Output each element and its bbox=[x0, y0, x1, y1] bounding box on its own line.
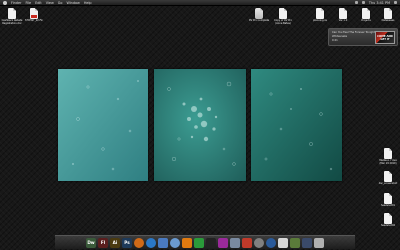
menu-finder[interactable]: Finder bbox=[11, 1, 21, 5]
dock-trash-icon[interactable] bbox=[314, 237, 324, 248]
desktop-icon-label: headshot01 bbox=[380, 204, 396, 207]
desktop-icon-label: DV Pro Complete bbox=[248, 19, 270, 22]
dock-stack-icon[interactable] bbox=[302, 237, 312, 248]
image-file-icon bbox=[384, 193, 392, 204]
wallpaper-panel-left bbox=[58, 69, 148, 181]
document-icon bbox=[339, 8, 347, 19]
dock-itunes-icon[interactable] bbox=[158, 237, 168, 248]
album-art: COME AND GET IT bbox=[375, 31, 395, 44]
desktop-icon-label: headshot02 bbox=[380, 224, 396, 227]
menubar: Finder File Edit View Go Window Help Thu… bbox=[0, 0, 400, 6]
dock-illustrator-icon[interactable]: Ai bbox=[110, 237, 120, 248]
dock-dreamweaver-icon[interactable]: Dw bbox=[86, 237, 96, 248]
image-file-icon bbox=[384, 213, 392, 224]
desktop-icon[interactable]: DV Pro Complete bbox=[248, 8, 270, 23]
desktop-icon[interactable]: Madison 7 Ave (Mar 19 2010) bbox=[377, 148, 399, 166]
desktop-icon[interactable]: headshot02 bbox=[377, 213, 399, 228]
desktop-icon[interactable]: headshot01 bbox=[377, 193, 399, 208]
desktop-icon[interactable]: STCHNT_02.Fin bbox=[23, 8, 45, 23]
widget-time: 0:21 bbox=[332, 39, 338, 42]
dock-mail-icon[interactable] bbox=[230, 237, 240, 248]
desktop-icon[interactable]: Copy of DV Pro (Anne Bates) bbox=[272, 8, 294, 26]
desktop-icon[interactable]: Projects bbox=[355, 8, 377, 23]
dock-terminal-icon[interactable] bbox=[206, 237, 216, 248]
menu-go[interactable]: Go bbox=[58, 1, 63, 5]
wallpaper-panel-center bbox=[154, 69, 246, 181]
widget-artist: Whitesnake bbox=[332, 35, 348, 38]
dock-iphoto-icon[interactable] bbox=[290, 237, 300, 248]
widget-track: Can You Feel The Forever Tonight bbox=[332, 31, 375, 34]
underwater-bubbles-image bbox=[58, 69, 148, 181]
underwater-bubbles-image bbox=[154, 69, 246, 181]
document-icon bbox=[8, 8, 16, 19]
wifi-icon[interactable] bbox=[354, 1, 358, 4]
dock-photoshop-icon[interactable]: Ps bbox=[122, 237, 132, 248]
pdf-icon bbox=[30, 8, 38, 19]
volume-icon[interactable] bbox=[361, 1, 365, 4]
menu-window[interactable]: Window bbox=[66, 1, 79, 5]
document-icon bbox=[384, 148, 392, 159]
image-file-icon bbox=[384, 171, 392, 182]
dock-quicktime-icon[interactable] bbox=[266, 237, 276, 248]
album-art-text: COME AND GET IT bbox=[377, 34, 393, 41]
underwater-bubbles-image bbox=[251, 69, 342, 181]
dock: Dw Fl Ai Ps bbox=[55, 235, 355, 249]
desktop-icon-label: Databases bbox=[381, 19, 395, 22]
desktop-icon-label: Projects bbox=[361, 19, 371, 22]
desktop-icon-label: Ver 1.0 bbox=[338, 19, 348, 22]
document-icon bbox=[279, 8, 287, 19]
dock-cocktail-icon[interactable] bbox=[218, 237, 228, 248]
itunes-widget[interactable]: Can You Feel The Forever Tonight Whitesn… bbox=[328, 28, 398, 46]
desktop-icon-label: STCHNT_02.Fin bbox=[25, 19, 43, 22]
desktop-icon[interactable]: Ver 1.0 bbox=[332, 8, 354, 23]
menu-view[interactable]: View bbox=[46, 1, 54, 5]
dock-cyberduck-icon[interactable] bbox=[242, 237, 252, 248]
desktop-icon-label: Copy of DV Pro (Anne Bates) bbox=[274, 19, 292, 25]
application-icon bbox=[255, 8, 263, 19]
desktop-icon[interactable]: dsc_screenshot bbox=[377, 171, 399, 186]
desktop-icon[interactable]: planning.xs bbox=[309, 8, 331, 23]
desktop-icon-label: planning.xs bbox=[313, 19, 327, 22]
desktop-icon-label: dsc_screenshot bbox=[378, 182, 398, 185]
wallpaper-panel-right bbox=[251, 69, 342, 181]
menu-help[interactable]: Help bbox=[84, 1, 92, 5]
apple-icon[interactable] bbox=[3, 0, 7, 5]
spotlight-icon[interactable] bbox=[394, 1, 397, 4]
dock-calendar-icon[interactable] bbox=[278, 237, 288, 248]
document-icon bbox=[384, 8, 392, 19]
dock-vlc-icon[interactable] bbox=[182, 237, 192, 248]
menubar-clock[interactable]: Thu 3:41 PM bbox=[369, 1, 390, 5]
dock-safari-icon[interactable] bbox=[146, 237, 156, 248]
desktop-icon[interactable]: Databases bbox=[377, 8, 399, 23]
dock-adium-icon[interactable] bbox=[194, 237, 204, 248]
dock-firefox-icon[interactable] bbox=[134, 237, 144, 248]
desktop-icon[interactable]: Cashback Rebate Registration.doc bbox=[1, 8, 23, 26]
dock-ichat-icon[interactable] bbox=[170, 237, 180, 248]
dock-system-preferences-icon[interactable] bbox=[254, 237, 264, 248]
menu-file[interactable]: File bbox=[25, 1, 31, 5]
desktop-icon-label: Madison 7 Ave (Mar 19 2010) bbox=[379, 159, 397, 165]
document-icon bbox=[362, 8, 370, 19]
menu-edit[interactable]: Edit bbox=[35, 1, 42, 5]
document-icon bbox=[316, 8, 324, 19]
desktop-icon-label: Cashback Rebate Registration.doc bbox=[1, 19, 23, 25]
dock-flash-icon[interactable]: Fl bbox=[98, 237, 108, 248]
